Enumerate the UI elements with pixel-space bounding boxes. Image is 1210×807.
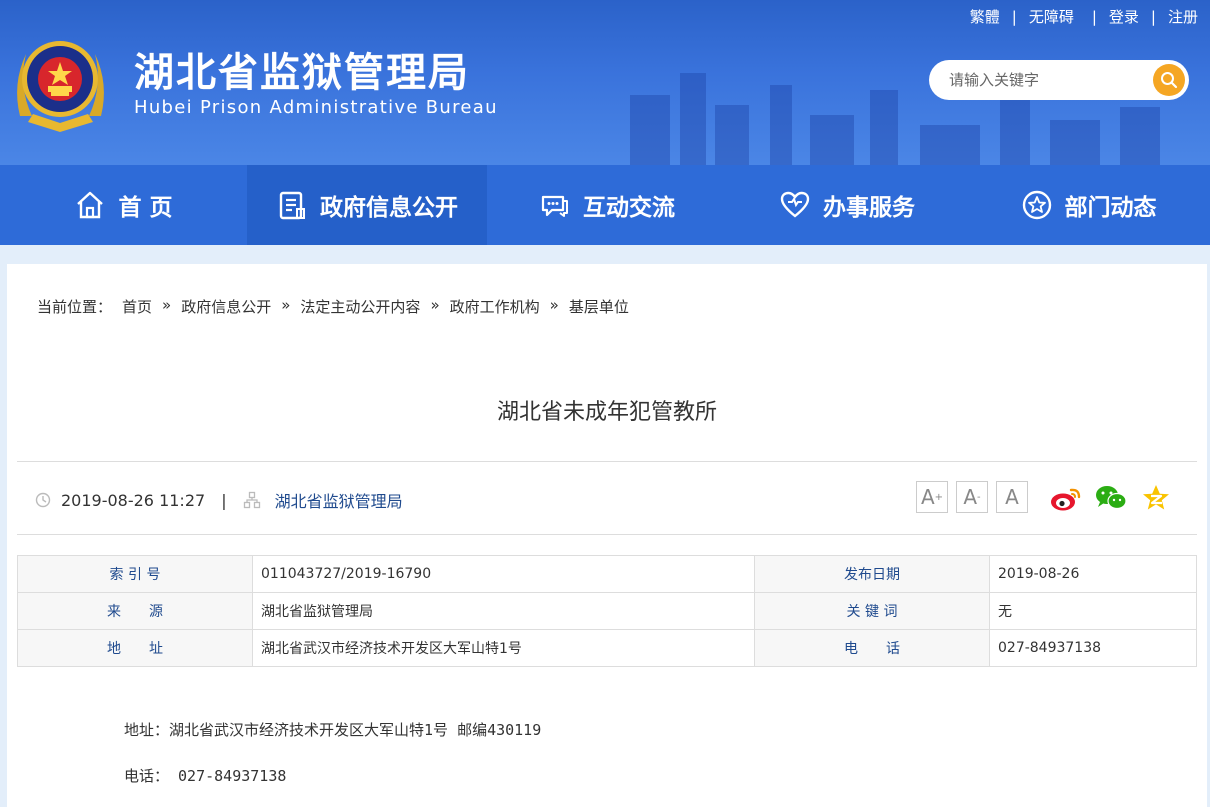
- divider-line: [17, 534, 1197, 535]
- search-input[interactable]: [949, 69, 1149, 91]
- top-links: 繁體 | 无障碍 | 登录 | 注册: [970, 6, 1198, 27]
- site-header: 湖北省监狱管理局 Hubei Prison Administrative Bur…: [0, 0, 1210, 165]
- search-box: [929, 60, 1189, 100]
- meta-divider: |: [221, 490, 227, 510]
- phone-label: 电 话: [754, 629, 990, 667]
- font-reset-button[interactable]: A: [996, 481, 1028, 513]
- article-title: 湖北省未成年犯管教所: [496, 400, 717, 425]
- traditional-chinese-link[interactable]: 繁體: [970, 6, 1000, 27]
- share-qzone-button[interactable]: [1139, 482, 1173, 514]
- font-increase-button[interactable]: A +: [916, 481, 948, 513]
- home-icon: [77, 191, 104, 219]
- organization-icon: [243, 491, 260, 509]
- nav-label: 办事服务: [823, 195, 915, 221]
- nav-label: 部门动态: [1064, 195, 1157, 221]
- share-weibo-button[interactable]: [1049, 482, 1083, 514]
- breadcrumb-item-statutory[interactable]: 法定主动公开内容: [300, 296, 420, 317]
- breadcrumb-item-home[interactable]: 首页: [122, 296, 152, 317]
- breadcrumb: 当前位置： 首页 » 政府信息公开 » 法定主动公开内容 » 政府工作机构 » …: [37, 296, 629, 317]
- site-subtitle: Hubei Prison Administrative Bureau: [134, 97, 498, 118]
- breadcrumb-separator: »: [162, 296, 172, 314]
- publish-datetime: 2019-08-26 11:27: [61, 490, 206, 510]
- nav-label: 政府信息公开: [320, 195, 458, 221]
- table-row: 地 址 湖北省武汉市经济技术开发区大军山特1号 电 话 027-84937138: [17, 629, 1197, 667]
- body-phone-line: 电话： 027-84937138: [124, 767, 287, 785]
- source-value: 湖北省监狱管理局: [252, 592, 755, 630]
- font-size-controls: A + A- A: [916, 481, 1036, 513]
- keywords-label: 关 键 词: [754, 592, 990, 630]
- search-icon: [1161, 72, 1178, 89]
- divider-line: [17, 461, 1197, 462]
- breadcrumb-separator: »: [281, 296, 291, 314]
- separator: |: [1011, 7, 1017, 26]
- share-buttons: [1049, 482, 1184, 514]
- nav-item-services[interactable]: 办事服务: [727, 165, 967, 245]
- search-button[interactable]: [1153, 64, 1185, 96]
- nav-label: 互动交流: [583, 195, 675, 221]
- nav-item-interaction[interactable]: 互动交流: [487, 165, 727, 245]
- index-number-value: 011043727/2019-16790: [252, 555, 755, 593]
- weibo-icon: [1051, 488, 1081, 511]
- star-icon: [1022, 190, 1051, 220]
- article-meta: 2019-08-26 11:27 | 湖北省监狱管理局: [35, 488, 403, 512]
- document-icon: [279, 191, 305, 220]
- body-address-line: 地址：湖北省武汉市经济技术开发区大军山特1号 邮编430119: [124, 721, 542, 739]
- nav-label: 首 页: [118, 195, 173, 221]
- nav-item-gov-info[interactable]: 政府信息公开: [247, 165, 487, 245]
- source-label: 来 源: [17, 592, 253, 630]
- content-panel: 当前位置： 首页 » 政府信息公开 » 法定主动公开内容 » 政府工作机构 » …: [7, 264, 1207, 807]
- register-link[interactable]: 注册: [1168, 6, 1198, 27]
- site-title: 湖北省监狱管理局: [134, 50, 470, 96]
- keywords-value: 无: [989, 592, 1197, 630]
- info-table: 索 引 号 011043727/2019-16790 发布日期 2019-08-…: [17, 555, 1197, 667]
- chat-icon: [541, 195, 568, 217]
- nav-item-department-news[interactable]: 部门动态: [967, 165, 1210, 245]
- wechat-icon: [1096, 486, 1127, 510]
- breadcrumb-item-gov-info[interactable]: 政府信息公开: [181, 296, 271, 317]
- heart-icon: [780, 191, 810, 218]
- clock-icon: [35, 492, 51, 508]
- table-row: 索 引 号 011043727/2019-16790 发布日期 2019-08-…: [17, 555, 1197, 593]
- phone-value: 027-84937138: [989, 629, 1197, 667]
- share-wechat-button[interactable]: [1094, 482, 1128, 514]
- police-emblem-logo: [17, 41, 104, 132]
- breadcrumb-item-agencies[interactable]: 政府工作机构: [450, 296, 540, 317]
- login-link[interactable]: 登录: [1109, 6, 1139, 27]
- breadcrumb-separator: »: [430, 296, 440, 314]
- publish-date-label: 发布日期: [754, 555, 990, 593]
- article-source: 湖北省监狱管理局: [274, 492, 403, 511]
- main-nav: 首 页 政府信息公开 互动交流 办事服务 部门动态: [0, 165, 1210, 245]
- font-decrease-button[interactable]: A-: [956, 481, 988, 513]
- accessibility-link[interactable]: 无障碍: [1029, 6, 1074, 27]
- nav-item-home[interactable]: 首 页: [0, 165, 247, 245]
- breadcrumb-item-grassroots[interactable]: 基层单位: [569, 296, 629, 317]
- qzone-icon: [1143, 485, 1169, 510]
- index-number-label: 索 引 号: [17, 555, 253, 593]
- address-value: 湖北省武汉市经济技术开发区大军山特1号: [252, 629, 755, 667]
- breadcrumb-prefix: 当前位置：: [37, 298, 113, 316]
- address-label: 地 址: [17, 629, 253, 667]
- table-row: 来 源 湖北省监狱管理局 关 键 词 无: [17, 592, 1197, 630]
- separator: |: [1150, 7, 1156, 26]
- separator: |: [1091, 7, 1097, 26]
- breadcrumb-separator: »: [549, 296, 559, 314]
- publish-date-value: 2019-08-26: [989, 555, 1197, 593]
